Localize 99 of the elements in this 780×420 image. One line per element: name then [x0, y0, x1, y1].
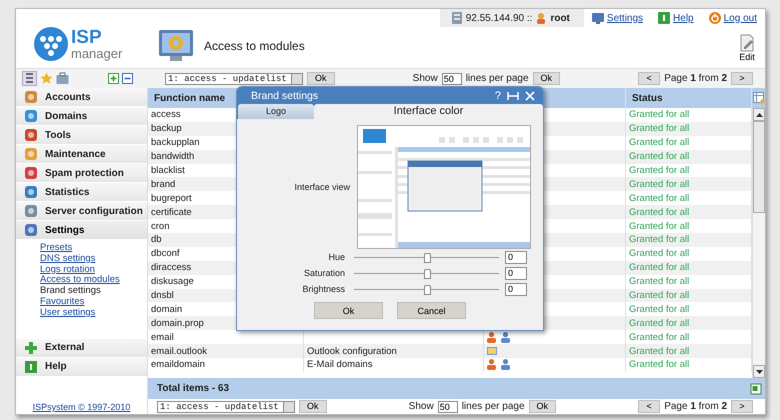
help-button[interactable]: ? — [494, 90, 501, 102]
submenu-link[interactable]: DNS settings — [40, 254, 147, 265]
submenu-link[interactable]: Favourites — [40, 296, 147, 308]
table-settings-icon[interactable] — [752, 92, 764, 104]
close-icon[interactable] — [525, 90, 535, 100]
logo-text: ISP — [71, 28, 103, 46]
next-page-button[interactable]: > — [731, 72, 754, 85]
menu-item[interactable]: Domains — [16, 107, 147, 126]
briefcase-icon[interactable] — [56, 72, 69, 85]
menu-item[interactable]: Help — [16, 358, 147, 377]
header-link[interactable]: Help — [673, 12, 694, 24]
plus-icon — [25, 342, 37, 354]
menu-item[interactable]: Tools — [16, 126, 147, 145]
menu-item[interactable]: Accounts — [16, 88, 147, 107]
module-icon — [25, 110, 37, 122]
tab[interactable]: Interface color — [314, 104, 543, 119]
slider[interactable] — [354, 268, 499, 278]
submenu-link[interactable]: User settings — [40, 308, 147, 319]
logo-subtitle: manager — [71, 46, 122, 60]
table-cell: E-Mail domains — [307, 359, 372, 370]
server-icon — [452, 12, 462, 24]
lines-field[interactable]: 50 — [442, 72, 462, 84]
ok-button[interactable]: Ok — [307, 72, 335, 85]
menu-item[interactable]: Settings — [16, 221, 147, 240]
field-label: Hue — [327, 252, 346, 262]
menu-item[interactable]: Maintenance — [16, 145, 147, 164]
previous-page-button[interactable]: < — [638, 400, 660, 413]
submenu-link[interactable]: Access to modules — [40, 275, 147, 286]
person-icon — [487, 359, 496, 370]
collapse-all-icon[interactable] — [122, 73, 133, 84]
tree-view-icon[interactable] — [22, 71, 37, 86]
expand-all-icon[interactable] — [108, 73, 119, 84]
logo-icon — [34, 26, 68, 60]
ok-button[interactable]: Ok — [528, 400, 556, 413]
module-icon — [25, 148, 37, 160]
lines-per-page-label: lines per page — [466, 73, 529, 84]
tab[interactable]: Logo — [238, 104, 314, 119]
edit-button[interactable]: Edit — [739, 34, 755, 62]
copyright-link[interactable]: ISPsystem © 1997-2010 — [16, 402, 147, 414]
scrollbar[interactable] — [752, 108, 765, 378]
folder-icon — [487, 347, 497, 356]
total-items: Total items - 63 — [157, 383, 230, 394]
module-icon — [25, 91, 37, 103]
next-page-button[interactable]: > — [731, 400, 754, 413]
submenu-link[interactable]: Logs rotation — [40, 264, 147, 276]
lines-field[interactable]: 50 — [438, 400, 458, 412]
monitor-gear-icon — [158, 28, 196, 62]
dialog-button[interactable]: Cancel — [397, 302, 466, 319]
person-icon — [487, 332, 496, 343]
scroll-down-icon[interactable] — [756, 370, 762, 374]
module-icon — [25, 205, 37, 217]
show-label: Show — [408, 401, 434, 412]
person-icon — [501, 332, 510, 343]
page-title: Access to modules — [204, 38, 305, 52]
previous-page-button[interactable]: < — [638, 72, 660, 85]
server-address: 92.55.144.90 :: — [466, 12, 532, 24]
show-label: Show — [412, 73, 438, 84]
submenu-link[interactable]: Brand settings — [40, 286, 147, 297]
menu-item[interactable]: Server configuration — [16, 202, 147, 221]
field-label: Saturation — [302, 268, 346, 278]
dialog-button[interactable]: Ok — [314, 302, 383, 319]
value-field[interactable]: 0 — [505, 250, 527, 264]
star-icon[interactable] — [40, 72, 53, 85]
slider-thumb[interactable] — [424, 252, 430, 262]
slider-thumb[interactable] — [424, 284, 430, 294]
slider-thumb[interactable] — [424, 268, 430, 278]
table-cell: Outlook configuration — [307, 346, 397, 357]
ok-button[interactable]: Ok — [299, 400, 327, 413]
resize-icon[interactable] — [507, 90, 519, 100]
submenu-link[interactable]: Presets — [40, 243, 147, 254]
module-icon — [25, 129, 37, 141]
ok-button[interactable]: Ok — [532, 72, 560, 85]
power-icon — [708, 12, 721, 24]
menu-item[interactable]: Statistics — [16, 183, 147, 202]
module-icon — [25, 224, 37, 236]
scroll-up-icon[interactable] — [756, 112, 762, 116]
filter-select[interactable]: 1: access - updatelist — [157, 400, 295, 412]
menu-item[interactable]: External — [16, 338, 147, 358]
slider[interactable] — [354, 252, 499, 262]
page-indicator: Page 1 from 2 — [664, 73, 728, 84]
module-icon — [25, 167, 37, 179]
module-icon — [25, 186, 37, 198]
table-cell: emaildomain — [148, 358, 304, 372]
person-icon — [501, 359, 510, 370]
help-icon — [658, 12, 670, 24]
page-indicator: Page 1 from 2 — [664, 401, 728, 412]
slider[interactable] — [354, 284, 499, 294]
value-field[interactable]: 0 — [505, 266, 527, 280]
value-field[interactable]: 0 — [505, 282, 527, 296]
help-icon — [25, 360, 37, 373]
user-icon — [536, 12, 546, 24]
user-name: root — [550, 12, 570, 24]
menu-item[interactable]: Spam protection — [16, 164, 147, 183]
filter-select[interactable]: 1: access - updatelist — [165, 72, 303, 84]
header-link[interactable]: Settings — [606, 12, 644, 24]
lines-per-page-label: lines per page — [462, 401, 525, 412]
field-label: Brightness — [301, 284, 346, 294]
export-icon[interactable] — [750, 382, 762, 394]
header-link[interactable]: Log out — [724, 12, 757, 24]
